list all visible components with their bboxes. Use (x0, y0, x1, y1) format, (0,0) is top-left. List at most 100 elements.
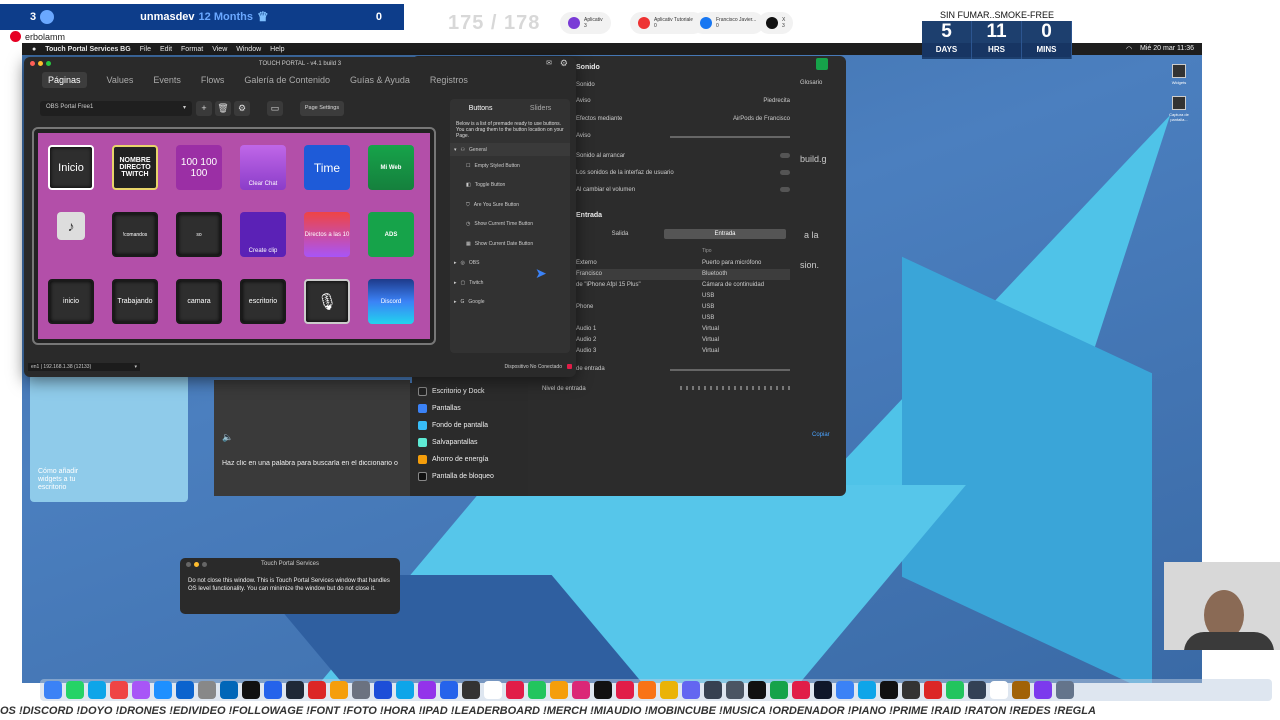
sidebar-item-displays[interactable]: Pantallas (410, 400, 528, 417)
dock-app-icon[interactable] (66, 681, 84, 699)
page-settings-button[interactable]: Page Settings (300, 101, 344, 116)
dock-app-icon[interactable] (748, 681, 766, 699)
deck-button-so[interactable]: so (176, 212, 222, 257)
dock-app-icon[interactable] (858, 681, 876, 699)
tab-registros[interactable]: Registros (430, 75, 468, 85)
dock-app-icon[interactable] (880, 681, 898, 699)
dock-app-icon[interactable] (1012, 681, 1030, 699)
dock-app-icon[interactable] (484, 681, 502, 699)
table-row[interactable]: Audio 2 Virtual (576, 335, 790, 346)
deck-button-discord[interactable]: Discord (368, 279, 414, 324)
tab-buttons[interactable]: Buttons (469, 105, 493, 112)
sidebar-item-wallpaper[interactable]: Fondo de pantalla (410, 417, 528, 434)
dock-app-icon[interactable] (682, 681, 700, 699)
copy-button[interactable]: Copiar (812, 432, 830, 438)
dock-app-icon[interactable] (132, 681, 150, 699)
table-row[interactable]: USB (576, 291, 790, 302)
toggle-switch[interactable] (780, 153, 790, 158)
dock-app-icon[interactable] (990, 681, 1008, 699)
dock-app-icon[interactable] (220, 681, 238, 699)
tree-item[interactable]: ⛉ Are You Sure Button (450, 195, 570, 215)
page-select[interactable]: OBS Portal Free1 ▾ (40, 101, 192, 116)
tree-item[interactable]: ◷ Show Current Time Button (450, 215, 570, 235)
deck-button-create-clip[interactable]: Create clip (240, 212, 286, 257)
setting-row-startup[interactable]: Sonido al arrancar (576, 153, 790, 159)
dock-app-icon[interactable] (440, 681, 458, 699)
dock-app-icon[interactable] (374, 681, 392, 699)
setting-row-alert-sound[interactable]: Aviso Piedrecita (576, 98, 790, 104)
table-row[interactable]: de "iPhone Afpl 15 Plus" Cámara de contin… (576, 280, 790, 291)
table-row[interactable]: Francisco Bluetooth (576, 269, 790, 280)
dock-app-icon[interactable] (572, 681, 590, 699)
dock-app-icon[interactable] (594, 681, 612, 699)
tree-item[interactable]: ◧ Toggle Button (450, 176, 570, 196)
dock-app-icon[interactable] (176, 681, 194, 699)
close-icon[interactable] (186, 562, 191, 567)
dock-app-icon[interactable] (704, 681, 722, 699)
deck-button-microphone[interactable]: 🎙 (304, 279, 350, 324)
table-row[interactable]: Audio 1 Virtual (576, 324, 790, 335)
dock-app-icon[interactable] (638, 681, 656, 699)
tab-galeria[interactable]: Galería de Contenido (244, 75, 330, 85)
dock-app-icon[interactable] (1056, 681, 1074, 699)
tree-group-general[interactable]: ▾ ⚇ General (450, 143, 570, 156)
setting-row-alert-volume[interactable]: Aviso (576, 133, 790, 139)
dock-app-icon[interactable] (968, 681, 986, 699)
maximize-icon[interactable] (202, 562, 207, 567)
network-select[interactable]: en1 | 192.168.1.38 (12133) ▾ (28, 363, 140, 371)
toggle-switch[interactable] (780, 170, 790, 175)
dock-app-icon[interactable] (946, 681, 964, 699)
dock-app-icon[interactable] (506, 681, 524, 699)
desktop-icon-widgets[interactable]: Widgets (1166, 64, 1192, 85)
delete-page-button[interactable]: 🗑 (215, 101, 231, 116)
tab-sliders[interactable]: Sliders (530, 105, 551, 112)
dock-app-icon[interactable] (308, 681, 326, 699)
dock-app-icon[interactable] (462, 681, 480, 699)
tree-item[interactable]: ▦ Show Current Date Button (450, 234, 570, 254)
tab-paginas[interactable]: Páginas (42, 72, 87, 88)
tree-group-twitch[interactable]: ▸ ▢ Twitch (450, 273, 570, 293)
dock-app-icon[interactable] (330, 681, 348, 699)
deck-button-camara[interactable]: camara (176, 279, 222, 324)
deck-button-comandos[interactable]: !comandos (112, 212, 158, 257)
menu-format[interactable]: Format (181, 46, 203, 53)
maximize-icon[interactable] (46, 61, 51, 66)
dock-app-icon[interactable] (924, 681, 942, 699)
tab-guias[interactable]: Guías & Ayuda (350, 75, 410, 85)
sidebar-item-lockscreen[interactable]: Pantalla de bloqueo (410, 468, 528, 485)
dock-app-icon[interactable] (902, 681, 920, 699)
gear-icon[interactable]: ⚙ (560, 58, 568, 69)
widgets-tip[interactable]: Cómo añadir widgets a tu escritorio (30, 374, 188, 502)
layout-button[interactable]: ▭ (267, 101, 283, 116)
sidebar-item-energy[interactable]: Ahorro de energía (410, 451, 528, 468)
tab-values[interactable]: Values (107, 75, 134, 85)
dock-app-icon[interactable] (528, 681, 546, 699)
dock-app-icon[interactable] (154, 681, 172, 699)
deck-button-nombre-directo[interactable]: NOMBRE DIRECTO TWITCH (112, 145, 158, 190)
input-volume-slider[interactable] (670, 369, 790, 371)
deck-button-mi-web[interactable]: Mi Web (368, 145, 414, 190)
dock-app-icon[interactable] (44, 681, 62, 699)
tree-item[interactable]: ☐ Empty Styled Button (450, 156, 570, 176)
dock-app-icon[interactable] (814, 681, 832, 699)
dock-app-icon[interactable] (1034, 681, 1052, 699)
minimize-icon[interactable] (194, 562, 199, 567)
deck-button-ads[interactable]: ADS (368, 212, 414, 257)
menubar-clock[interactable]: Mié 20 mar 11:36 (1140, 45, 1194, 53)
dock-app-icon[interactable] (726, 681, 744, 699)
add-page-button[interactable]: + (196, 101, 212, 116)
tab-events[interactable]: Events (153, 75, 181, 85)
dock-app-icon[interactable] (88, 681, 106, 699)
setting-row-output[interactable]: Efectos mediante AirPods de Francisco (576, 116, 790, 122)
menu-view[interactable]: View (212, 46, 227, 53)
close-icon[interactable] (30, 61, 35, 66)
dock-app-icon[interactable] (396, 681, 414, 699)
deck-button-stats[interactable]: 100 100 100 (176, 145, 222, 190)
menu-file[interactable]: File (140, 46, 151, 53)
menu-window[interactable]: Window (236, 46, 261, 53)
dock-app-icon[interactable] (616, 681, 634, 699)
dock-app-icon[interactable] (792, 681, 810, 699)
dock-app-icon[interactable] (660, 681, 678, 699)
deck-button-directos[interactable]: Directos a las 10 (304, 212, 350, 257)
sidebar-item-desktop-dock[interactable]: Escritorio y Dock (410, 383, 528, 400)
